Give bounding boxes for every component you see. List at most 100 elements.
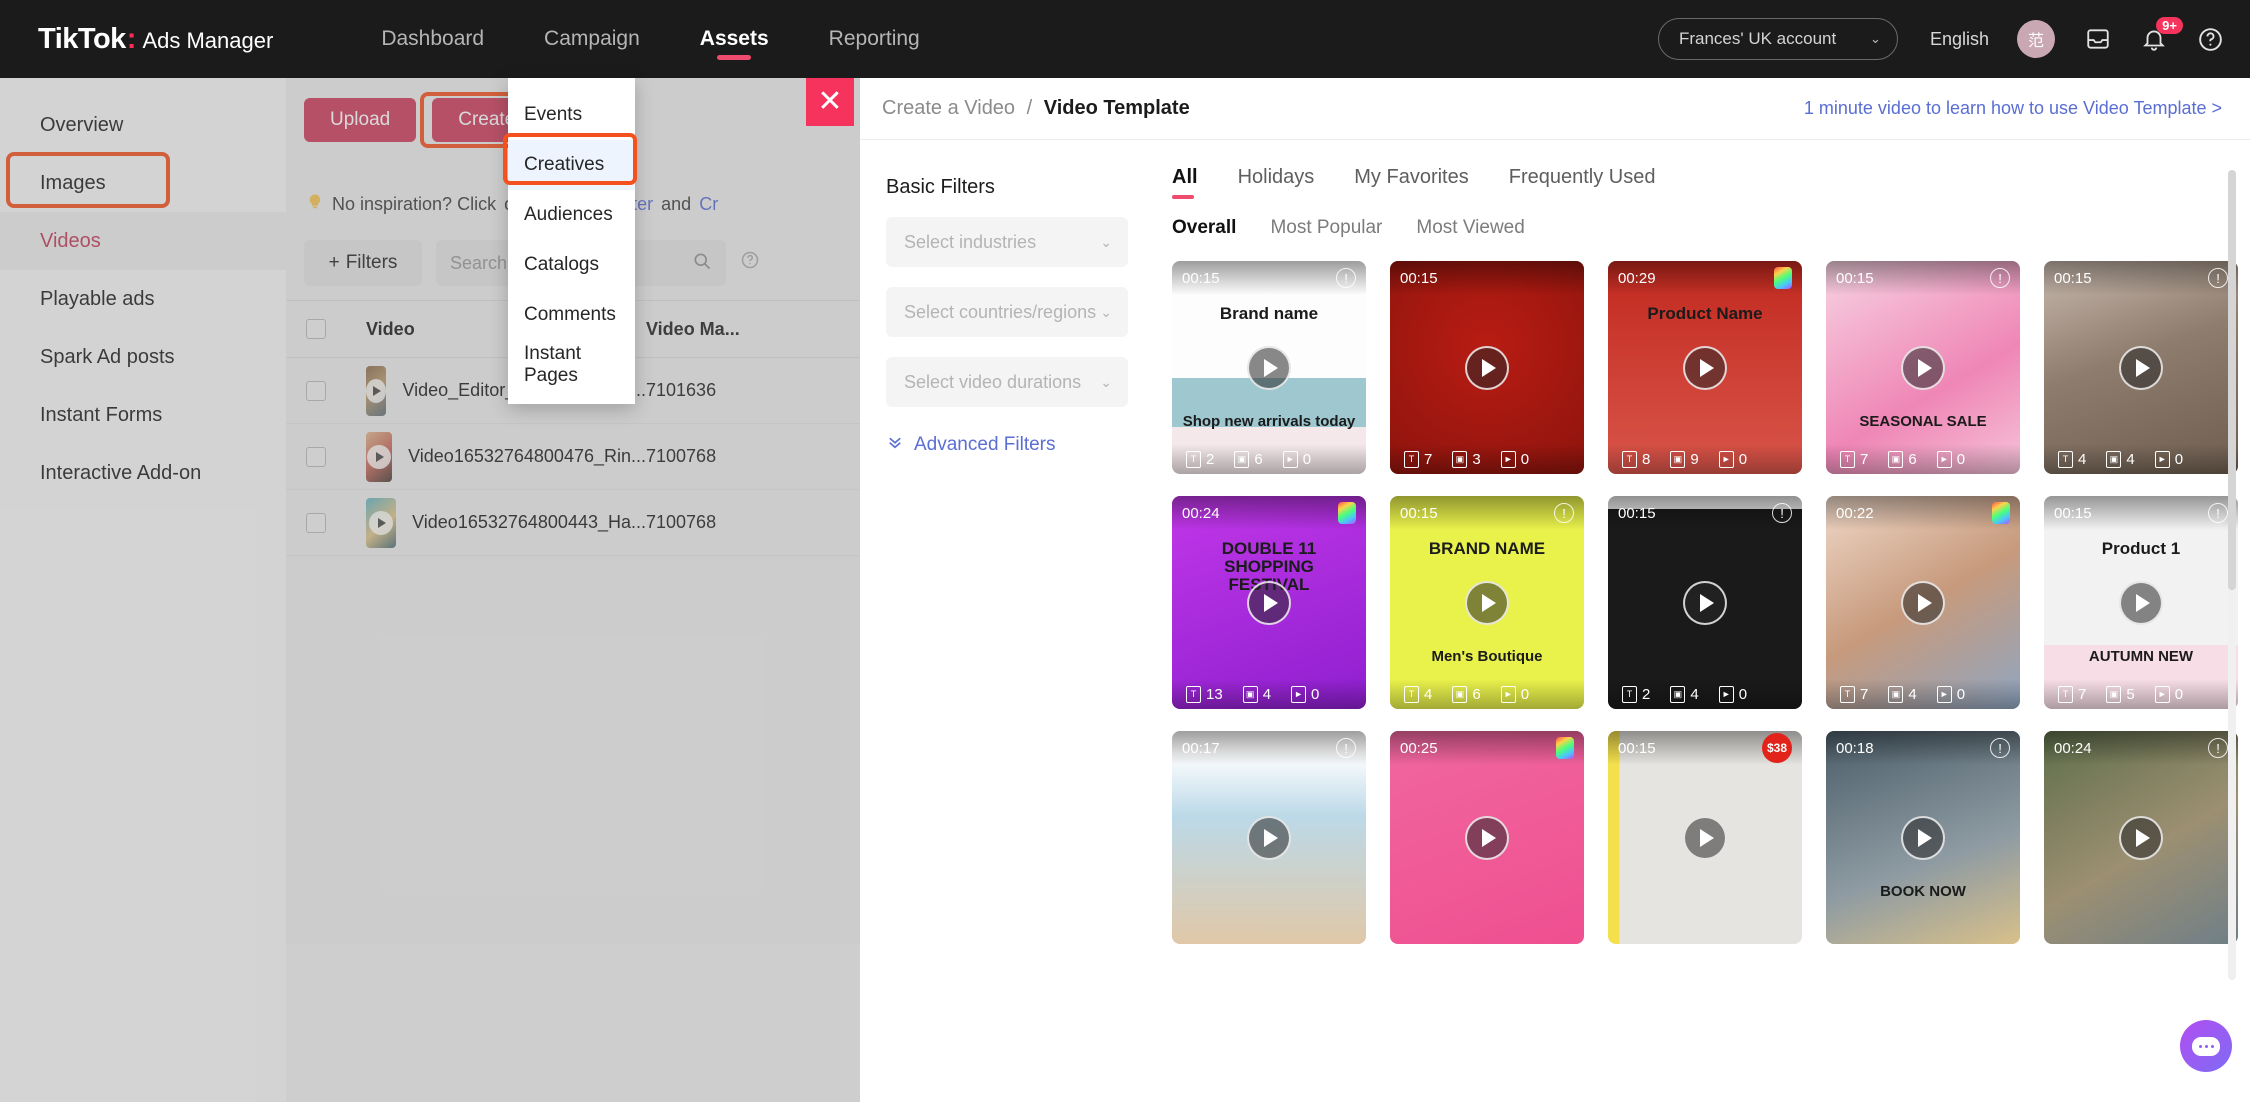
account-selector[interactable]: Frances' UK account ⌄ <box>1657 18 1898 60</box>
select-video-durations[interactable]: Select video durations ⌄ <box>886 357 1128 407</box>
info-icon[interactable]: ! <box>2208 503 2228 523</box>
play-icon[interactable] <box>1247 345 1291 390</box>
sidebar-item-videos[interactable]: Videos <box>0 212 286 270</box>
info-icon[interactable]: ! <box>2208 268 2228 288</box>
card-topbar: 00:15! <box>2044 261 2238 295</box>
play-icon[interactable] <box>1901 580 1945 625</box>
template-card[interactable]: Product 1 AUTUMN NEW 00:15! T 7 ▣ 5 ► 0 <box>2044 496 2238 709</box>
close-icon[interactable]: ✕ <box>806 78 854 126</box>
table-row[interactable]: Video16532764800476_Rin... 7100768 <box>286 424 860 490</box>
template-card[interactable]: 00:25 <box>1390 731 1584 944</box>
template-card[interactable]: DOUBLE 11 SHOPPING FESTIVAL00:24T13▣4►0 <box>1172 496 1366 709</box>
advanced-filters-toggle[interactable]: Advanced Filters <box>886 433 1128 457</box>
bell-icon[interactable]: 9+ <box>2141 17 2183 52</box>
template-card[interactable]: BOOK NOW 00:18! <box>1826 731 2020 944</box>
template-card[interactable]: 00:15! T 2 ▣ 4 ► 0 <box>1608 496 1802 709</box>
menu-item-instant-pages[interactable]: Instant Pages <box>508 340 635 390</box>
play-icon[interactable] <box>1683 815 1727 860</box>
avatar[interactable]: 范 <box>2017 20 2055 58</box>
info-icon[interactable]: ! <box>1336 268 1356 288</box>
play-icon[interactable] <box>1247 580 1291 625</box>
chat-bubble-icon[interactable] <box>2180 1020 2232 1072</box>
select-all-checkbox[interactable] <box>286 319 346 339</box>
nav-item-reporting[interactable]: Reporting <box>799 0 950 78</box>
sidebar-item-spark-ad-posts[interactable]: Spark Ad posts <box>0 328 286 386</box>
template-card[interactable]: BRAND NAME Men's Boutique 00:15! T 4 ▣ 6 ► 0 <box>1390 496 1584 709</box>
play-icon[interactable] <box>1901 815 1945 860</box>
play-icon[interactable] <box>1465 580 1509 625</box>
info-icon[interactable]: ! <box>1990 268 2010 288</box>
language-selector[interactable]: English <box>1930 29 1989 50</box>
nav-item-campaign[interactable]: Campaign <box>514 0 670 78</box>
stat-image: ▣ 4 <box>1670 685 1699 703</box>
image-icon: ▣ <box>1670 685 1686 703</box>
panel-scrollbar[interactable] <box>2228 170 2236 980</box>
info-icon[interactable]: ! <box>1772 503 1792 523</box>
menu-item-creatives[interactable]: Creatives <box>508 140 635 190</box>
template-card[interactable]: 00:24! <box>2044 731 2238 944</box>
stat-video: ► 0 <box>1291 685 1319 703</box>
template-card[interactable]: 00:15 $38 <box>1608 731 1802 944</box>
template-card[interactable]: Product Name 00:29 T 8 ▣ 9 ► 0 <box>1608 261 1802 474</box>
play-icon[interactable] <box>1683 345 1727 390</box>
play-icon[interactable] <box>2119 580 2163 625</box>
table-row[interactable]: Video16532764800443_Ha... 7100768 <box>286 490 860 556</box>
question-icon[interactable] <box>740 250 760 276</box>
tab-most-popular[interactable]: Most Popular <box>1270 217 1382 239</box>
menu-item-catalogs[interactable]: Catalogs <box>508 240 635 290</box>
info-icon[interactable]: ! <box>1554 503 1574 523</box>
tutorial-link[interactable]: 1 minute video to learn how to use Video… <box>1804 98 2222 119</box>
play-icon[interactable] <box>2119 345 2163 390</box>
menu-item-events[interactable]: Events <box>508 90 635 140</box>
search-icon[interactable] <box>692 251 712 276</box>
select-countries-regions[interactable]: Select countries/regions ⌄ <box>886 287 1128 337</box>
upload-button[interactable]: Upload <box>304 98 417 142</box>
video-icon: ► <box>2154 685 2170 703</box>
row-checkbox[interactable] <box>286 380 346 401</box>
brand-logo[interactable]: TikTok : Ads Manager <box>38 23 273 56</box>
tab-most-viewed[interactable]: Most Viewed <box>1416 217 1524 239</box>
sidebar-item-playable-ads[interactable]: Playable ads <box>0 270 286 328</box>
sidebar-item-instant-forms[interactable]: Instant Forms <box>0 386 286 444</box>
tab-all[interactable]: All <box>1172 166 1198 199</box>
play-icon[interactable] <box>1247 815 1291 860</box>
row-checkbox[interactable] <box>286 512 346 533</box>
tab-holidays[interactable]: Holidays <box>1238 166 1315 199</box>
tab-frequently-used[interactable]: Frequently Used <box>1509 166 1656 199</box>
info-icon[interactable]: ! <box>2208 738 2228 758</box>
menu-item-audiences[interactable]: Audiences <box>508 190 635 240</box>
template-card[interactable]: 00:15 T 7 ▣ 3 ► 0 <box>1390 261 1584 474</box>
filters-button[interactable]: + Filters <box>304 240 422 286</box>
nav-item-assets[interactable]: Assets <box>670 0 799 78</box>
template-card[interactable]: SEASONAL SALE 00:15! T 7 ▣ 6 ► 0 <box>1826 261 2020 474</box>
play-icon[interactable] <box>1683 580 1727 625</box>
info-icon[interactable]: ! <box>1336 738 1356 758</box>
template-card[interactable]: 00:15! T 4 ▣ 4 ► 0 <box>2044 261 2238 474</box>
nav-item-dashboard[interactable]: Dashboard <box>351 0 514 78</box>
row-checkbox[interactable] <box>286 446 346 467</box>
sidebar-item-interactive-add-on[interactable]: Interactive Add-on <box>0 444 286 502</box>
play-icon[interactable] <box>2119 815 2163 860</box>
template-card[interactable]: Brand name Shop new arrivals today 00:15! T… <box>1172 261 1366 474</box>
inbox-icon[interactable] <box>2085 26 2111 52</box>
template-card[interactable]: 00:17! <box>1172 731 1366 944</box>
video-thumbnail[interactable] <box>366 431 393 482</box>
info-icon[interactable]: ! <box>1990 738 2010 758</box>
play-icon[interactable] <box>1465 815 1509 860</box>
image-count: 9 <box>1690 450 1699 468</box>
template-card[interactable]: 00:22 T 7 ▣ 4 ► 0 <box>1826 496 2020 709</box>
help-icon[interactable] <box>2197 26 2224 53</box>
tab-my-favorites[interactable]: My Favorites <box>1354 166 1468 199</box>
creative-link-2[interactable]: Cr <box>699 194 718 215</box>
select-industries[interactable]: Select industries ⌄ <box>886 217 1128 267</box>
tab-overall[interactable]: Overall <box>1172 217 1236 239</box>
menu-item-comments[interactable]: Comments <box>508 290 635 340</box>
breadcrumb-root[interactable]: Create a Video <box>882 97 1015 119</box>
sidebar-item-images[interactable]: Images <box>0 154 286 212</box>
video-thumbnail[interactable] <box>366 497 397 548</box>
video-thumbnail[interactable] <box>366 365 387 416</box>
scrollbar-thumb[interactable] <box>2228 170 2236 590</box>
play-icon[interactable] <box>1901 345 1945 390</box>
play-icon[interactable] <box>1465 345 1509 390</box>
sidebar-item-overview[interactable]: Overview <box>0 96 286 154</box>
